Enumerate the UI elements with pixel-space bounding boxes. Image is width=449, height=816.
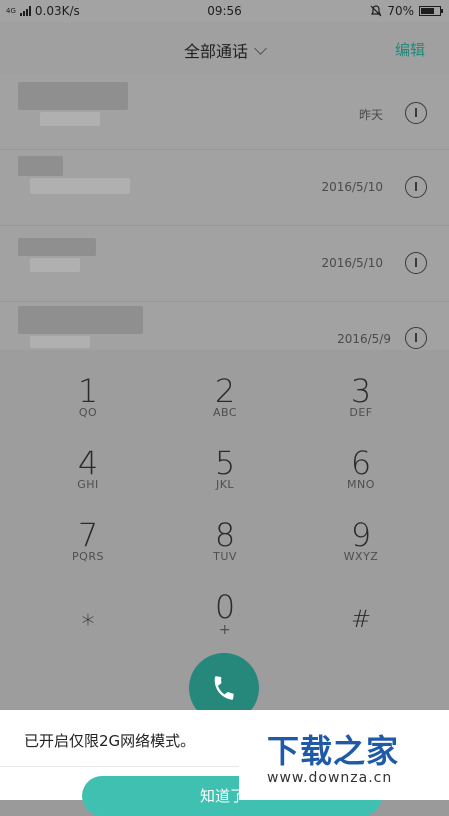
watermark: 下载之家 www.downza.cn [239, 716, 449, 800]
key-3[interactable]: 3 DEF [306, 374, 416, 444]
call-row[interactable]: 2016/5/10 [0, 150, 449, 226]
header: 全部通话 编辑 [0, 22, 449, 74]
contact-name-redacted [18, 306, 143, 334]
key-star[interactable]: ⁎ [33, 600, 143, 670]
key-digit: 6 [350, 444, 372, 482]
edit-button[interactable]: 编辑 [395, 39, 425, 60]
key-digit: ⁎ [81, 602, 95, 632]
call-filter-dropdown[interactable]: 全部通话 [0, 38, 449, 62]
key-digit: 5 [214, 444, 236, 482]
key-9[interactable]: 9 WXYZ [306, 518, 416, 588]
key-digit: 3 [350, 372, 372, 410]
watermark-logo: 下载之家 [267, 732, 400, 770]
key-7[interactable]: 7 PQRS [33, 518, 143, 588]
call-date: 2016/5/9 [337, 332, 391, 346]
key-6[interactable]: 6 MNO [306, 446, 416, 516]
key-digit: # [350, 605, 372, 633]
contact-detail-redacted [30, 258, 80, 272]
key-5[interactable]: 5 JKL [170, 446, 280, 516]
call-row[interactable]: 2016/5/10 [0, 226, 449, 302]
chevron-down-icon [254, 42, 267, 55]
call-date: 昨天 [358, 108, 383, 122]
key-letters: GHI [77, 478, 99, 491]
key-8[interactable]: 8 TUV [170, 518, 280, 588]
key-digit: 2 [214, 372, 236, 410]
contact-detail-redacted [40, 112, 100, 126]
key-digit: 0 [214, 588, 236, 626]
page-title: 全部通话 [183, 42, 248, 61]
key-letters: PQRS [72, 550, 104, 563]
info-icon[interactable] [405, 327, 427, 349]
watermark-url: www.downza.cn [267, 770, 393, 786]
info-icon[interactable] [405, 252, 427, 274]
key-letters: JKL [215, 478, 235, 491]
status-right: 70% [370, 4, 443, 18]
key-letters: DEF [349, 406, 373, 419]
key-letters: ABC [212, 406, 238, 419]
key-digit: 4 [77, 444, 99, 482]
battery-icon [419, 6, 443, 16]
battery-percent: 70% [387, 4, 414, 18]
key-pound[interactable]: # [306, 602, 416, 672]
key-letters: + [218, 622, 232, 638]
key-0[interactable]: 0 + [170, 590, 280, 660]
phone-icon [214, 676, 234, 700]
key-letters: WXYZ [343, 550, 379, 563]
key-digit: 7 [77, 516, 99, 554]
contact-name-redacted [18, 156, 63, 176]
info-icon[interactable] [405, 102, 427, 124]
key-letters: MNO [347, 478, 375, 491]
call-date: 2016/5/10 [321, 256, 383, 270]
contact-detail-redacted [30, 178, 130, 194]
key-letters: TUV [213, 550, 237, 563]
key-digit: 9 [350, 516, 372, 554]
key-digit: 8 [214, 516, 236, 554]
key-letters: QO [78, 406, 98, 419]
key-digit: 1 [77, 372, 99, 410]
key-1[interactable]: 1 QO [33, 374, 143, 444]
contact-name-redacted [18, 82, 128, 110]
status-bar: 4G 0.03K/s 09:56 70% [0, 0, 449, 22]
call-list: 昨天 2016/5/10 2016/5/10 2016/5/9 [0, 74, 449, 350]
contact-detail-redacted [30, 336, 90, 348]
key-2[interactable]: 2 ABC [170, 374, 280, 444]
info-icon[interactable] [405, 176, 427, 198]
call-row[interactable]: 昨天 [0, 74, 449, 150]
call-date: 2016/5/10 [321, 180, 383, 194]
alarm-icon [370, 5, 382, 17]
key-4[interactable]: 4 GHI [33, 446, 143, 516]
contact-name-redacted [18, 238, 96, 256]
toast-message: 已开启仅限2G网络模式。 [24, 732, 196, 750]
